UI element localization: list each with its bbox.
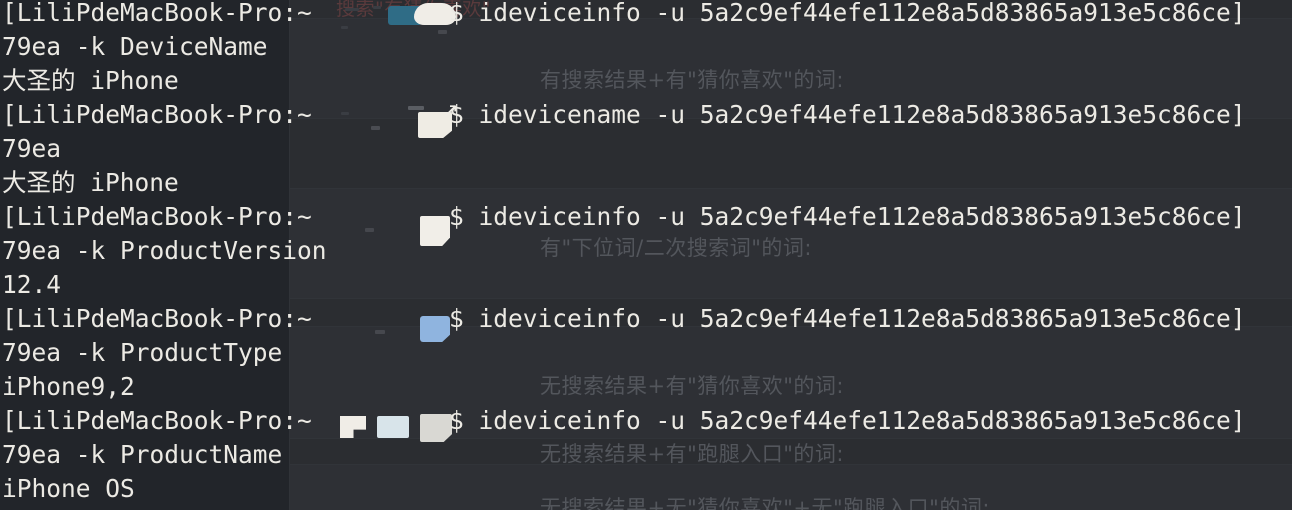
terminal-line: 79ea -k ProductName — [2, 440, 283, 469]
terminal-line: $ ideviceinfo -u 5a2c9ef44efe112e8a5d838… — [449, 304, 1246, 333]
terminal-line: 79ea -k DeviceName — [2, 32, 268, 61]
terminal-line: 79ea -k ProductVersion — [2, 236, 327, 265]
terminal-line: $ ideviceinfo -u 5a2c9ef44efe112e8a5d838… — [449, 202, 1246, 231]
terminal-text-layer[interactable]: [LiliPdeMacBook-Pro:~ $ ideviceinfo -u 5… — [0, 0, 1292, 510]
terminal-line: [LiliPdeMacBook-Pro:~ — [2, 100, 312, 129]
terminal-line: 79ea — [2, 134, 62, 163]
terminal-line: $ ideviceinfo -u 5a2c9ef44efe112e8a5d838… — [449, 406, 1246, 435]
terminal-line: iPhone9,2 — [2, 372, 135, 401]
terminal-line: $ idevicename -u 5a2c9ef44efe112e8a5d838… — [449, 100, 1246, 129]
terminal-line: iPhone OS — [2, 474, 135, 503]
terminal-line: 12.4 — [2, 270, 62, 299]
terminal-line: 79ea -k ProductType — [2, 338, 283, 367]
terminal-line: 大圣的 iPhone — [2, 168, 179, 197]
screenshot-root: 搜索"有猜你喜欢" 有搜索结果+有"猜你喜欢"的词: 有"下位词/二次搜索词"的… — [0, 0, 1292, 510]
terminal-line: [LiliPdeMacBook-Pro:~ — [2, 406, 312, 435]
terminal-line: [LiliPdeMacBook-Pro:~ — [2, 202, 312, 231]
terminal-line: [LiliPdeMacBook-Pro:~ — [2, 0, 312, 27]
terminal-line: $ ideviceinfo -u 5a2c9ef44efe112e8a5d838… — [449, 0, 1246, 27]
terminal-line: 大圣的 iPhone — [2, 66, 179, 95]
terminal-line: [LiliPdeMacBook-Pro:~ — [2, 304, 312, 333]
